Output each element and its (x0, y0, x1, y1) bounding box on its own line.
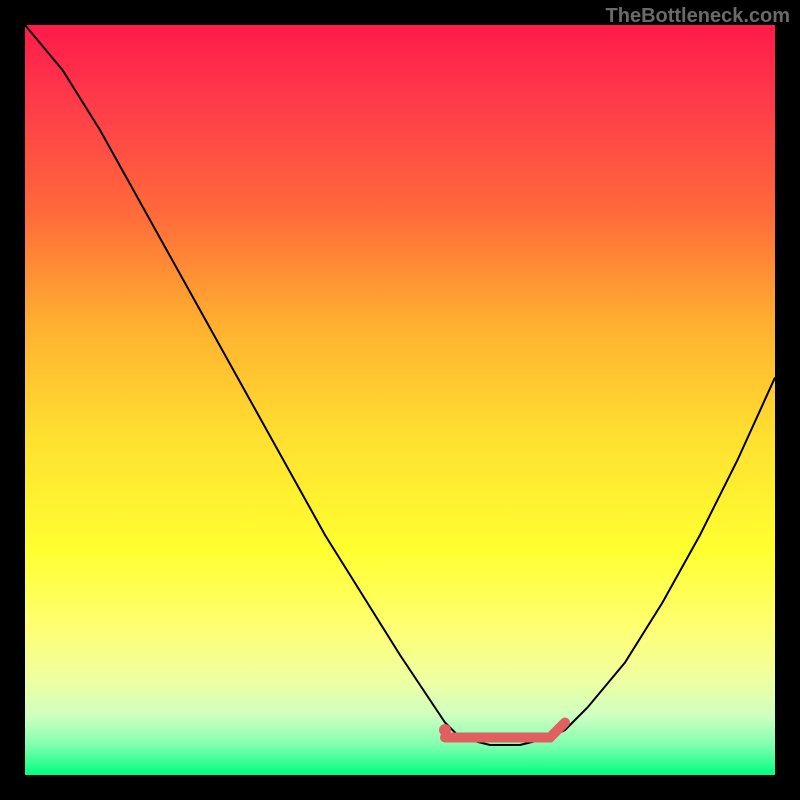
chart-svg (25, 25, 775, 775)
bottleneck-curve (25, 25, 775, 745)
chart-container: TheBottleneck.com (0, 0, 800, 800)
optimal-range-marker (445, 723, 565, 738)
optimal-point-dot (439, 724, 451, 736)
watermark-text: TheBottleneck.com (606, 5, 790, 28)
plot-area (25, 25, 775, 775)
